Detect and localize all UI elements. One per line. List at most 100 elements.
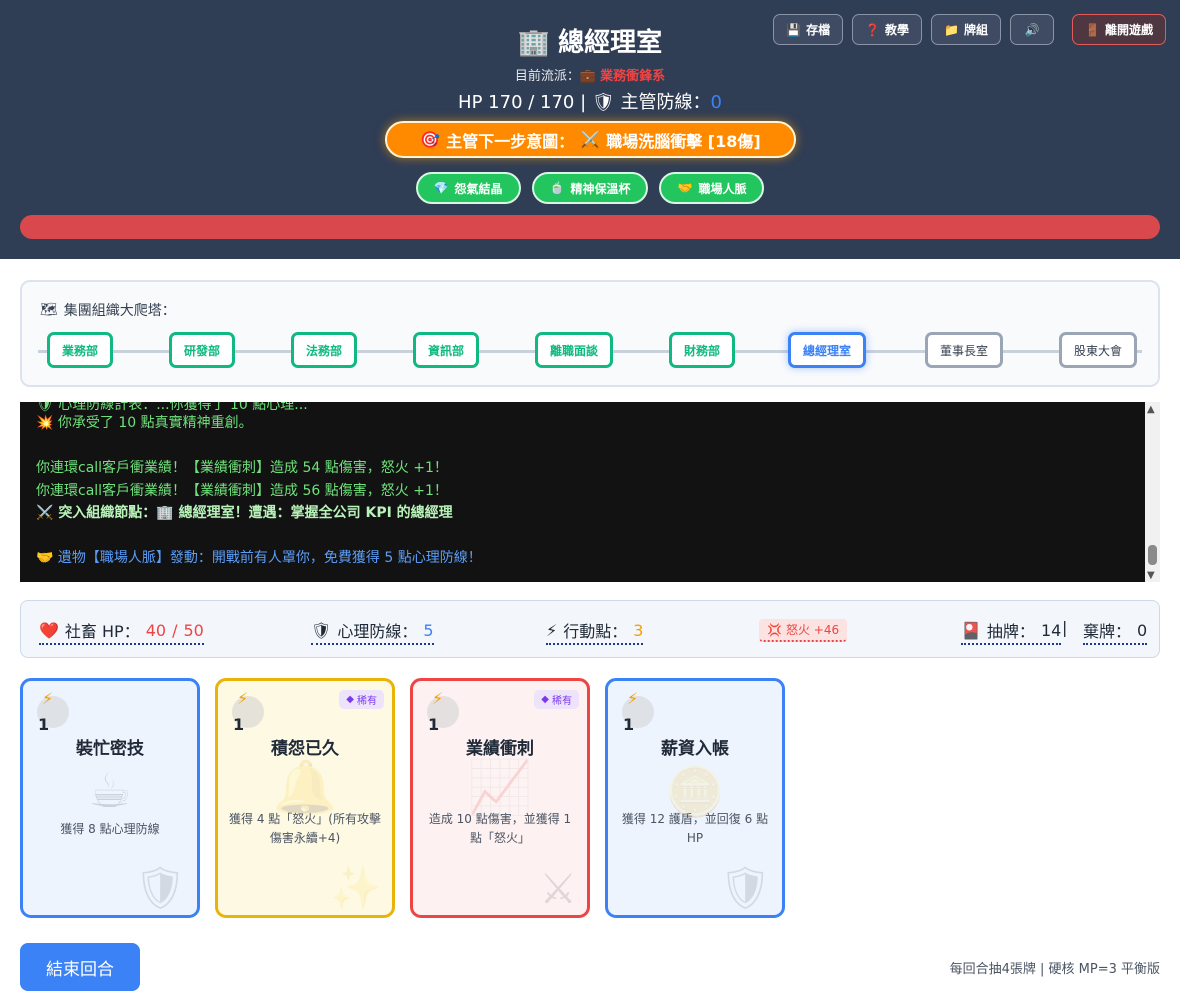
map-node-sales[interactable]: 業務部	[47, 332, 114, 368]
map-node-gm-office[interactable]: 總經理室	[788, 332, 867, 368]
rage-label: 怒火 +46	[785, 623, 840, 637]
enemy-title: 🏢 總經理室	[0, 22, 1180, 59]
shield-icon: 🛡	[591, 92, 615, 113]
rules-note: 每回合抽4張牌 | 硬核 MP=3 平衡版	[949, 962, 1160, 977]
map-node-chairman-office[interactable]: 董事長室	[925, 332, 1004, 368]
hand-card[interactable]: ⚡ 1 薪資入帳 🪙 獲得 12 護盾，並回復 6 點 HP 🛡	[605, 678, 785, 918]
map-icon: 🗺	[40, 302, 58, 318]
card-name: 薪資入帳	[661, 739, 729, 759]
map-node-shareholders-meeting[interactable]: 股東大會	[1059, 332, 1138, 368]
chart-up-icon: 📈	[467, 758, 533, 818]
card-description: 獲得 8 點心理防線	[60, 822, 160, 836]
card-icon: 🎴	[961, 620, 981, 640]
relic-item[interactable]: 🍵 精神保溫杯	[531, 172, 649, 204]
rarity-label: 稀有	[357, 696, 377, 707]
swords-icon: ⚔	[539, 864, 577, 913]
pile-divider: |	[1062, 618, 1068, 637]
scroll-up-arrow-icon[interactable]: ▲	[1147, 404, 1155, 415]
scroll-thumb[interactable]	[1148, 545, 1157, 565]
map-node-finance[interactable]: 財務部	[669, 332, 736, 368]
discard-value: 0	[1137, 620, 1148, 640]
battle-log[interactable]: 🛡 心理防線計表：...你獲得了 10 點心理... 💥 你承受了 10 點真實…	[20, 402, 1145, 582]
map-title-label: 集團組織大爬塔：	[63, 303, 176, 319]
lightning-icon: ⚡	[432, 689, 444, 708]
map-node-exit-interview[interactable]: 離職面談	[535, 332, 614, 368]
player-defense-label: 心理防線：	[337, 622, 418, 641]
map-title: 🗺 集團組織大爬塔：	[40, 300, 176, 320]
draw-value: 14	[1040, 620, 1062, 640]
heart-icon: ❤️	[39, 620, 59, 640]
collision-icon: 💥	[36, 415, 54, 431]
action-points-label: 行動點：	[563, 622, 628, 641]
rarity-badge: ◆ 稀有	[534, 690, 579, 709]
relic-item[interactable]: 💎 怨氣結晶	[415, 172, 521, 204]
office-building-icon: 🏢	[517, 28, 551, 58]
relic-label: 怨氣結晶	[454, 181, 503, 196]
tower-map: 🗺 集團組織大爬塔： 業務部 研發部 法務部 資訊部 離職面談 財務部 總經理室 …	[20, 280, 1160, 387]
log-scrollbar[interactable]: ▲ ▼	[1145, 402, 1160, 582]
player-hp: ❤️ 社畜 HP： 40 / 50	[39, 618, 204, 645]
gem-icon: 💎	[433, 181, 449, 195]
coffee-cup-icon: ☕	[88, 763, 132, 819]
card-cost: 1	[428, 715, 440, 734]
card-cost: 1	[623, 715, 635, 734]
hand-card[interactable]: ⚡ 1 ◆ 稀有 積怨已久 🔔 獲得 4 點「怒火」(所有攻擊傷害永續+4) ✨	[215, 678, 395, 918]
log-line: 🤝 遺物【職場人脈】發動：開戰前有人罩你，免費獲得 5 點心理防線！	[36, 547, 482, 567]
player-defense: 🛡 心理防線： 5	[311, 618, 434, 645]
map-node-legal[interactable]: 法務部	[291, 332, 358, 368]
bell-icon: 🔔	[272, 758, 338, 818]
rarity-label: 稀有	[552, 696, 572, 707]
end-turn-button[interactable]: 結束回合	[20, 943, 140, 991]
player-hp-label: 社畜 HP：	[64, 622, 140, 641]
discard-pile-count[interactable]: 棄牌： 0	[1083, 618, 1148, 645]
action-points-value: 3	[633, 620, 644, 640]
faction-value: 業務衝鋒系	[600, 69, 666, 84]
rarity-badge: ◆ 稀有	[339, 690, 384, 709]
player-hp-separator: /	[172, 620, 178, 640]
enemy-hp-text: HP 170 / 170 |	[458, 92, 587, 113]
player-action-points: ⚡ 行動點： 3	[546, 618, 644, 645]
enemy-panel: 💾 存檔 ❓ 教學 📁 牌組 🔊 🚪 離開遊戲 🏢 總經理室 目前流派：💼 業務衝鋒系 H…	[0, 0, 1180, 259]
map-node-it[interactable]: 資訊部	[413, 332, 480, 368]
enemy-defense-value: 0	[710, 92, 722, 113]
lightning-icon: ⚡	[42, 689, 54, 708]
lightning-icon: ⚡	[546, 620, 558, 640]
lightning-icon: ⚡	[627, 689, 639, 708]
cup-icon: 🍵	[549, 181, 565, 195]
player-hp-max: 50	[183, 620, 204, 640]
shield-icon: 🛡	[133, 863, 187, 912]
player-hp-current: 40	[145, 620, 167, 640]
draw-pile-count[interactable]: 🎴 抽牌： 14	[961, 618, 1062, 645]
target-icon: 🎯	[420, 130, 441, 149]
discard-label: 棄牌：	[1083, 622, 1132, 641]
card-name: 業績衝刺	[466, 739, 534, 759]
enemy-defense-label: 主管防線：	[620, 92, 711, 113]
relic-item[interactable]: 🤝 職場人脈	[659, 172, 765, 204]
log-text: 突入組織節點：🏢 總經理室！遭遇：掌握全公司 KPI 的總經理	[58, 505, 453, 521]
swords-icon: ⚔️	[580, 130, 601, 149]
card-name: 積怨已久	[271, 739, 339, 759]
enemy-hp-line: HP 170 / 170 | 🛡 主管防線：0	[0, 88, 1180, 114]
diamond-icon: ◆	[541, 694, 549, 705]
card-cost: 1	[233, 715, 245, 734]
relic-list: 💎 怨氣結晶 🍵 精神保溫杯 🤝 職場人脈	[0, 172, 1180, 204]
map-node-rnd[interactable]: 研發部	[169, 332, 236, 368]
log-line: 💥 你承受了 10 點真實精神重創。	[36, 412, 253, 432]
log-text: 你承受了 10 點真實精神重創。	[57, 415, 253, 431]
hand-card[interactable]: ⚡ 1 裝忙密技 ☕ 獲得 8 點心理防線 🛡	[20, 678, 200, 918]
relic-label: 精神保溫杯	[570, 181, 631, 196]
card-name: 裝忙密技	[76, 739, 144, 759]
card-cost: 1	[38, 715, 50, 734]
enemy-hp-bar	[20, 215, 1160, 239]
rage-badge: 💢 怒火 +46	[759, 619, 848, 642]
shield-icon: 🛡	[311, 620, 332, 640]
hand-card[interactable]: ⚡ 1 ◆ 稀有 業績衝刺 📈 造成 10 點傷害，並獲得 1 點「怒火」 ⚔	[410, 678, 590, 918]
scroll-down-arrow-icon[interactable]: ▼	[1147, 570, 1155, 581]
enemy-name: 總經理室	[558, 28, 663, 58]
relic-label: 職場人脈	[698, 181, 747, 196]
faction-label: 目前流派：	[514, 69, 580, 84]
shield-icon: 🛡	[718, 863, 772, 912]
player-defense-value: 5	[423, 620, 434, 640]
card-description: 獲得 12 護盾，並回復 6 點 HP	[621, 812, 769, 845]
player-status-bar: ❤️ 社畜 HP： 40 / 50 🛡 心理防線： 5 ⚡ 行動點： 3 💢 怒火 +46 🎴…	[20, 600, 1160, 658]
